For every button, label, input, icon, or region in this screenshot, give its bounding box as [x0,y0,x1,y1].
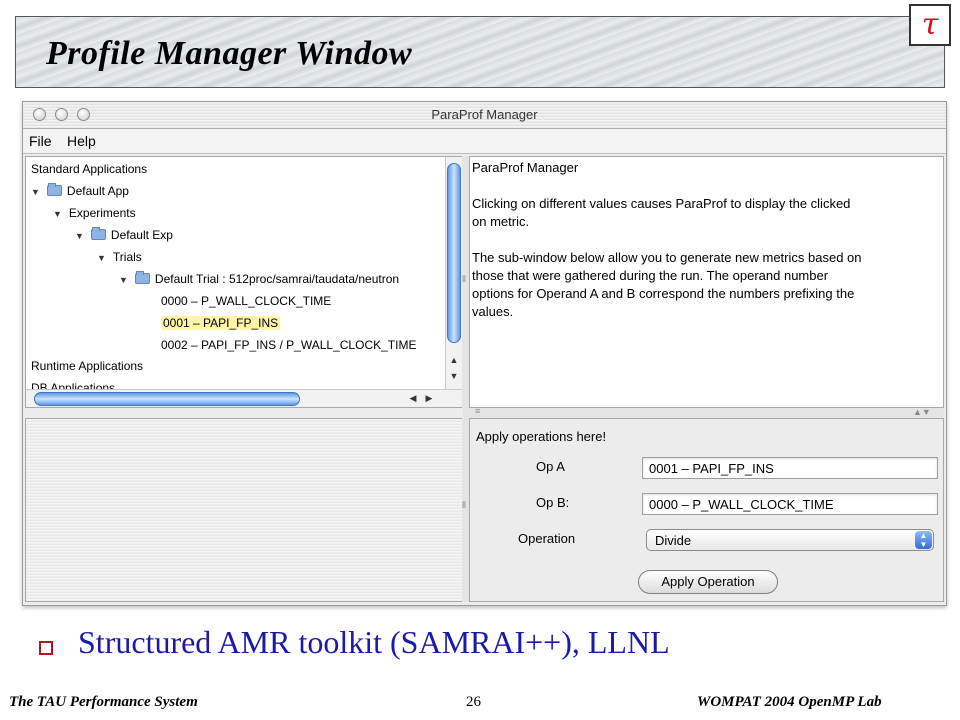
tree-node-trials[interactable]: ▼ Trials [97,249,142,266]
tree-node-metric-0000[interactable]: 0000 – P_WALL_CLOCK_TIME [161,293,331,309]
info-pane: ParaProf Manager Clicking on different v… [469,156,944,408]
tree-node-experiments[interactable]: ▼ Experiments [53,205,136,222]
disclosure-triangle-icon[interactable]: ▼ [75,228,84,244]
operation-select-value: Divide [655,533,692,548]
disclosure-triangle-icon[interactable]: ▼ [97,250,106,266]
info-text-line: Clicking on different values causes Para… [472,196,851,211]
tree-vertical-scroll-thumb[interactable] [447,163,461,343]
tree-node-label: Default Exp [110,228,173,242]
scroll-left-arrow-icon[interactable]: ◀ [406,393,420,404]
info-text-line: on metric. [472,214,530,229]
tree-horizontal-scroll-thumb[interactable] [34,392,300,406]
tree-node-label: 0000 – P_WALL_CLOCK_TIME [161,294,332,308]
tree-node-label: Default App [66,184,129,198]
slide-title: Profile Manager Window [46,35,413,72]
op-b-label: Op B: [536,495,570,510]
tree-node-label: Default Trial : 512proc/samrai/taudata/n… [154,272,400,286]
bullet-box-icon [39,641,53,655]
op-a-field[interactable]: 0001 – PAPI_FP_INS [642,457,938,479]
folder-icon [134,271,150,284]
splitter-grip-icon: ≡ [475,406,481,416]
paraprof-manager-window: ParaProf Manager File Help Standard Appl… [22,101,947,606]
tree-horizontal-scrollbar[interactable]: ◀ ▶ [26,389,462,407]
footer-right: WOMPAT 2004 OpenMP Lab [697,694,882,710]
info-text-line: options for Operand A and B correspond t… [472,286,855,301]
tree-node-default-trial[interactable]: ▼ Default Trial : 512proc/samrai/taudata/… [119,271,399,288]
tree-node-label: 0002 – PAPI_FP_INS / P_WALL_CLOCK_TIME [161,338,417,352]
disclosure-triangle-icon[interactable]: ▼ [119,272,128,288]
info-text-line: values. [472,304,514,319]
apply-operation-button[interactable]: Apply Operation [638,570,778,594]
tree-node-default-exp[interactable]: ▼ Default Exp [75,227,173,244]
op-b-field[interactable]: 0000 – P_WALL_CLOCK_TIME [642,493,938,515]
splitter-grip-icon: ⦀ [462,500,466,510]
op-a-label: Op A [536,459,565,474]
info-text-line: The sub-window below allow you to genera… [472,250,862,265]
operation-select[interactable]: Divide ▲ ▼ [646,529,934,551]
tree-node-metric-0001[interactable]: 0001 – PAPI_FP_INS [161,315,281,331]
application-tree-pane: Standard Applications ▼ Default App ▼ Expe… [25,156,463,408]
operations-pane: Apply operations here! Op A 0001 – PAPI_… [469,418,944,602]
window-titlebar[interactable]: ParaProf Manager [23,102,946,129]
tree-node-label: Experiments [68,206,136,220]
menu-help[interactable]: Help [67,133,96,149]
tree-vertical-scrollbar[interactable]: ▲ ▼ [445,157,462,389]
menu-file[interactable]: File [29,133,52,149]
horizontal-split-divider[interactable]: ≡ ▲▼ [463,406,944,418]
tree-node-metric-0002[interactable]: 0002 – PAPI_FP_INS / P_WALL_CLOCK_TIME [161,337,416,353]
tree-node-label: Standard Applications [31,162,148,176]
tau-logo-glyph: τ [921,7,939,42]
info-heading: ParaProf Manager [472,160,579,175]
tau-logo: τ [909,4,951,46]
operation-label: Operation [518,531,576,546]
tree-node-label: Runtime Applications [31,359,144,373]
menu-bar: File Help [23,129,946,154]
tree-node-label-selected: 0001 – PAPI_FP_INS [161,316,281,330]
tree-node-runtime-applications[interactable]: Runtime Applications [31,358,143,374]
select-arrows-icon[interactable]: ▲ ▼ [915,531,932,549]
tree-node-default-app[interactable]: ▼ Default App [31,183,129,200]
operations-heading: Apply operations here! [476,429,607,444]
folder-icon [90,227,106,240]
bullet-text: Structured AMR toolkit (SAMRAI++), LLNL [78,624,670,660]
collapse-arrows-icon[interactable]: ▲▼ [913,407,931,417]
lower-left-empty-pane [25,418,463,602]
folder-icon [46,183,62,196]
tree-node-standard-applications[interactable]: Standard Applications [31,161,147,177]
tree-node-label: Trials [112,250,142,264]
scroll-up-arrow-icon[interactable]: ▲ [447,355,461,365]
scroll-right-arrow-icon[interactable]: ▶ [422,393,436,404]
splitter-grip-icon: ⦀ [462,274,466,284]
window-title: ParaProf Manager [431,107,538,122]
info-text-line: those that were gathered during the run.… [472,268,829,283]
disclosure-triangle-icon[interactable]: ▼ [53,206,62,222]
title-banner: Profile Manager Window [15,16,945,88]
footer-left: The TAU Performance System [9,694,198,710]
page-number: 26 [466,694,481,710]
disclosure-triangle-icon[interactable]: ▼ [31,184,40,200]
scroll-down-arrow-icon[interactable]: ▼ [447,371,461,381]
